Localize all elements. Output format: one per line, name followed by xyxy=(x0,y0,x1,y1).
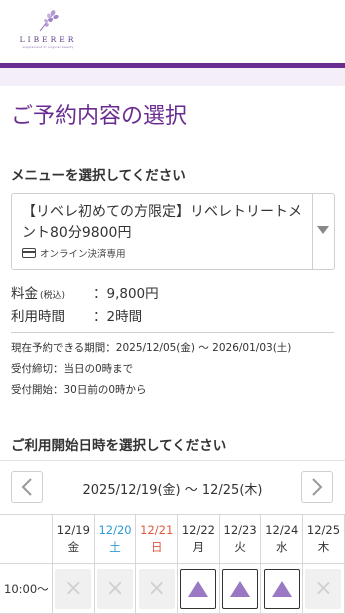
liberer-logo[interactable]: LIBERER supplement of original beauty xyxy=(8,8,88,49)
slot-unavailable: × xyxy=(53,564,95,613)
duration-label: 利用時間 xyxy=(11,308,65,325)
credit-card-icon xyxy=(22,248,36,258)
price-label: 料金 xyxy=(11,285,38,302)
select-divider xyxy=(312,194,313,269)
datetime-section-label: ご利用開始日時を選択してください xyxy=(11,438,227,454)
divider xyxy=(11,332,334,333)
slot-unavailable: × xyxy=(303,564,345,613)
chevron-right-icon xyxy=(312,478,323,496)
menu-section-label: メニューを選択してください xyxy=(11,168,186,184)
slot-button[interactable] xyxy=(263,568,300,609)
slot-button[interactable] xyxy=(180,568,217,609)
payment-note: オンライン決済専用 xyxy=(22,246,126,260)
slot-button[interactable] xyxy=(222,568,259,609)
week-range: 2025/12/19(金) 〜 12/25(木) xyxy=(82,483,263,498)
day-date: 12/22 xyxy=(181,523,215,537)
day-header: 12/20 土 xyxy=(95,515,137,563)
x-icon: × xyxy=(55,568,92,609)
day-header: 12/21 日 xyxy=(136,515,179,563)
day-date: 12/19 xyxy=(56,523,90,537)
day-date: 12/21 xyxy=(140,523,174,537)
x-icon: × xyxy=(138,568,175,609)
calendar-header: 12/19 金 12/20 土 12/21 日 12/22 月 12/23 火 12/24… xyxy=(0,514,345,564)
triangle-icon xyxy=(188,580,209,597)
slot-available[interactable] xyxy=(261,564,304,613)
slot-available[interactable] xyxy=(178,564,220,613)
menu-selected-value: 【リベレ初めての方限定】リベレトリートメント80分9800円 xyxy=(22,204,302,241)
day-date: 12/24 xyxy=(265,523,299,537)
calendar-grid: 12/19 金 12/20 土 12/21 日 12/22 月 12/23 火 12/24… xyxy=(0,514,345,614)
day-dow: 水 xyxy=(276,540,288,554)
day-dow: 日 xyxy=(150,540,163,554)
day-date: 12/20 xyxy=(98,523,132,537)
tax-label: (税込) xyxy=(40,290,66,301)
slot-unavailable: × xyxy=(136,564,179,613)
header-band xyxy=(0,68,345,86)
day-dow: 月 xyxy=(192,540,205,554)
calendar-nav: 2025/12/19(金) 〜 12/25(木) xyxy=(0,460,345,512)
slot-unavailable: × xyxy=(95,564,137,613)
price-value: ：9,800円 xyxy=(93,285,159,302)
page-title: ご予約内容の選択 xyxy=(11,104,188,129)
duration-value: ：2時間 xyxy=(93,308,143,325)
x-icon: × xyxy=(305,568,342,609)
day-dow: 木 xyxy=(317,540,330,554)
calendar-corner xyxy=(0,515,53,563)
site-header: LIBERER supplement of original beauty xyxy=(0,0,345,63)
deadline-note: 受付締切：当日の0時まで xyxy=(11,363,134,375)
next-week-button[interactable] xyxy=(301,471,333,503)
duration-row: 利用時間 ：2時間 xyxy=(0,303,345,326)
triangle-icon xyxy=(271,580,292,597)
booking-period-note: 現在予約できる期間：2025/12/05(金) 〜 2026/01/03(土) xyxy=(11,342,292,354)
logo-name: LIBERER xyxy=(19,35,77,44)
day-date: 12/23 xyxy=(223,523,257,537)
main-content: ご予約内容の選択 メニューを選択してください 【リベレ初めての方限定】リベレトリ… xyxy=(0,86,345,454)
payment-note-text: オンライン決済専用 xyxy=(40,249,126,260)
day-header: 12/19 金 xyxy=(53,515,95,563)
x-icon: × xyxy=(97,568,134,609)
slot-available[interactable] xyxy=(220,564,262,613)
day-header: 12/24 水 xyxy=(261,515,304,563)
day-dow: 金 xyxy=(67,540,80,554)
triangle-icon xyxy=(230,580,251,597)
flower-logo-icon xyxy=(39,10,59,32)
day-dow: 土 xyxy=(109,540,121,554)
caret-down-icon[interactable] xyxy=(317,226,329,234)
logo-subtitle: supplement of original beauty xyxy=(22,45,74,49)
start-note: 受付開始：30日前の0時から xyxy=(11,384,147,396)
day-header: 12/25 木 xyxy=(303,515,345,563)
day-dow: 火 xyxy=(234,540,246,554)
menu-select[interactable]: 【リベレ初めての方限定】リベレトリートメント80分9800円 オンライン決済専用 xyxy=(11,193,335,270)
time-label: 10:00〜 xyxy=(0,564,53,613)
day-header: 12/23 火 xyxy=(220,515,262,563)
day-date: 12/25 xyxy=(306,523,341,537)
price-row: 料金 (税込) ：9,800円 xyxy=(0,280,345,303)
day-header: 12/22 月 xyxy=(178,515,220,563)
time-row: 10:00〜 × × × × xyxy=(0,564,345,614)
